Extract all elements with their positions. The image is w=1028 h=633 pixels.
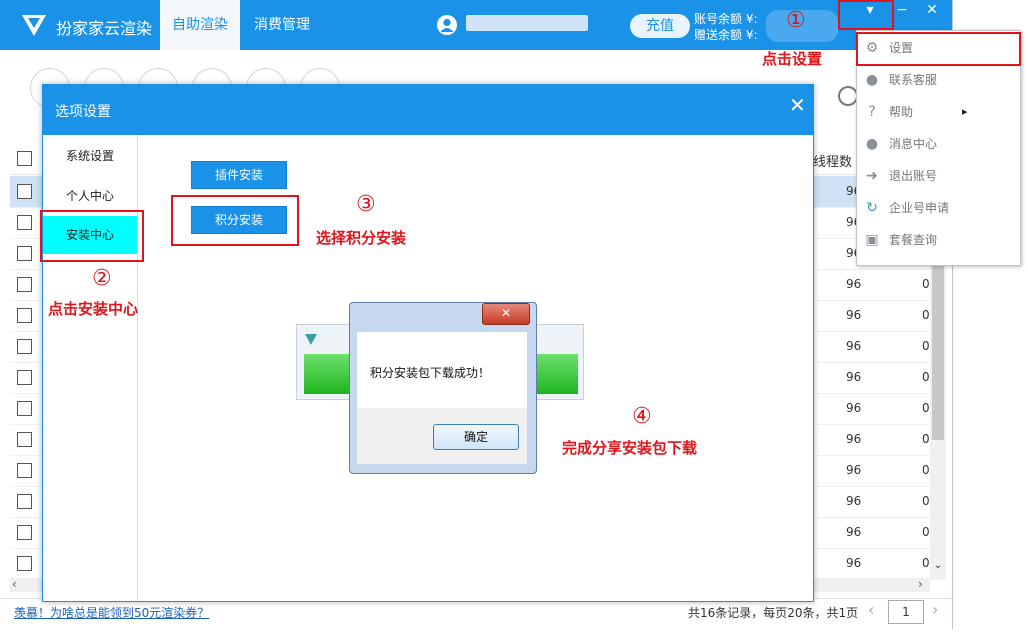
row-checkbox[interactable] bbox=[17, 432, 32, 447]
menu-item-label: 消息中心 bbox=[889, 137, 938, 151]
trailing-cell: 0 bbox=[922, 308, 930, 322]
submenu-arrow-icon: ▸ bbox=[962, 105, 968, 118]
page-number-input[interactable]: 1 bbox=[888, 600, 924, 624]
row-checkbox[interactable] bbox=[17, 525, 32, 540]
annotation-step-3: ③ bbox=[356, 192, 376, 217]
annotation-text-2: 点击安装中心 bbox=[48, 300, 139, 318]
question-icon: ? bbox=[868, 104, 876, 120]
trailing-cell: 0 bbox=[922, 370, 930, 384]
trailing-cell: 0 bbox=[922, 556, 930, 570]
annotation-highlight-menu-button bbox=[838, 0, 894, 30]
menu-item-label: 退出账号 bbox=[889, 169, 938, 183]
select-all-checkbox[interactable] bbox=[17, 151, 32, 166]
row-checkbox[interactable] bbox=[17, 463, 32, 478]
recharge-button[interactable]: 充值 bbox=[630, 14, 690, 38]
search-icon[interactable] bbox=[838, 86, 858, 106]
box-icon: ▣ bbox=[865, 232, 879, 248]
row-checkbox[interactable] bbox=[17, 308, 32, 323]
annotation-highlight-settings bbox=[856, 32, 1021, 66]
avatar[interactable] bbox=[437, 15, 457, 35]
thread-count-cell: 96 bbox=[846, 370, 862, 384]
annotation-highlight-install-center bbox=[40, 210, 144, 262]
thread-count-cell: 96 bbox=[846, 494, 862, 508]
prev-page-icon[interactable]: ‹ bbox=[868, 600, 874, 619]
dialog-close-button[interactable]: ✕ bbox=[789, 93, 806, 117]
thread-count-cell: 96 bbox=[846, 277, 862, 291]
message-text: 积分安装包下载成功！ bbox=[370, 366, 491, 380]
dialog-header bbox=[43, 85, 813, 135]
trailing-cell: 0 bbox=[922, 277, 930, 291]
annotation-highlight-points-install bbox=[171, 195, 299, 246]
bell-icon: ● bbox=[865, 136, 879, 152]
thread-count-cell: 96 bbox=[846, 308, 862, 322]
trailing-cell: 0 bbox=[922, 401, 930, 415]
menu-item-label: 套餐查询 bbox=[889, 233, 938, 247]
annotation-step-2: ② bbox=[92, 266, 112, 291]
bell-icon: ● bbox=[865, 72, 879, 88]
message-close-button[interactable]: ✕ bbox=[482, 303, 530, 325]
trailing-cell: 0 bbox=[922, 432, 930, 446]
plugin-install-button[interactable]: 插件安装 bbox=[191, 161, 287, 189]
row-checkbox[interactable] bbox=[17, 184, 32, 199]
record-summary: 共16条记录，每页20条，共1页 bbox=[688, 606, 859, 620]
promo-link[interactable]: 羡慕！为啥总是能领到50元渲染券？ bbox=[14, 604, 209, 621]
trailing-cell: 0 bbox=[922, 525, 930, 539]
row-checkbox[interactable] bbox=[17, 370, 32, 385]
username-redacted bbox=[466, 15, 588, 31]
logout-icon: ➜ bbox=[866, 168, 878, 184]
menu-item-2[interactable]: ? 帮助 bbox=[862, 96, 1012, 128]
account-balance-label: 账号余额 ¥: bbox=[694, 12, 758, 26]
refresh-icon: ↻ bbox=[866, 200, 878, 216]
row-checkbox[interactable] bbox=[17, 339, 32, 354]
row-checkbox[interactable] bbox=[17, 246, 32, 261]
annotation-step-1: ① bbox=[786, 8, 806, 33]
row-checkbox[interactable] bbox=[17, 494, 32, 509]
annotation-text-3: 选择积分安装 bbox=[316, 229, 407, 247]
logo-icon bbox=[305, 334, 317, 345]
scroll-right-icon[interactable]: › bbox=[918, 577, 923, 591]
ok-button[interactable]: 确定 bbox=[433, 424, 519, 450]
tab-self-render[interactable]: 自助渲染 bbox=[160, 0, 240, 50]
app-title: 扮家家云渲染 bbox=[56, 19, 153, 38]
row-checkbox[interactable] bbox=[17, 215, 32, 230]
trailing-cell: 0 bbox=[922, 463, 930, 477]
row-checkbox[interactable] bbox=[17, 277, 32, 292]
annotation-step-4: ④ bbox=[632, 404, 652, 429]
user-icon bbox=[440, 18, 454, 32]
next-page-icon[interactable]: › bbox=[932, 600, 938, 619]
trailing-cell: 0 bbox=[922, 339, 930, 353]
menu-item-5[interactable]: ↻ 企业号申请 bbox=[862, 192, 1012, 224]
tab-billing[interactable]: 消费管理 bbox=[244, 0, 320, 50]
thread-count-cell: 96 bbox=[846, 401, 862, 415]
close-window-button[interactable]: ✕ bbox=[918, 0, 946, 22]
menu-item-label: 帮助 bbox=[889, 105, 914, 119]
menu-item-label: 联系客服 bbox=[889, 73, 938, 87]
dialog-title: 选项设置 bbox=[55, 104, 111, 120]
trailing-cell: 0 bbox=[922, 494, 930, 508]
thread-count-cell: 96 bbox=[846, 432, 862, 446]
logo-icon bbox=[22, 15, 46, 36]
menu-item-6[interactable]: ▣ 套餐查询 bbox=[862, 224, 1012, 256]
menu-item-4[interactable]: ➜ 退出账号 bbox=[862, 160, 1012, 192]
thread-count-header: 线程数 bbox=[813, 155, 853, 170]
thread-count-cell: 96 bbox=[846, 339, 862, 353]
thread-count-cell: 96 bbox=[846, 463, 862, 477]
row-checkbox[interactable] bbox=[17, 556, 32, 571]
gift-balance-label: 赠送余额 ¥: bbox=[694, 28, 758, 42]
annotation-text-4: 完成分享安装包下载 bbox=[562, 439, 698, 457]
menu-item-label: 企业号申请 bbox=[889, 201, 950, 215]
scroll-down-icon[interactable]: ⌄ bbox=[930, 560, 946, 576]
sidebar-item-system-settings[interactable]: 系统设置 bbox=[43, 137, 137, 175]
menu-item-3[interactable]: ● 消息中心 bbox=[862, 128, 1012, 160]
thread-count-cell: 96 bbox=[846, 525, 862, 539]
scroll-left-icon[interactable]: ‹ bbox=[12, 577, 17, 591]
thread-count-cell: 96 bbox=[846, 556, 862, 570]
menu-item-1[interactable]: ● 联系客服 bbox=[862, 64, 1012, 96]
annotation-text-1: 点击设置 bbox=[762, 50, 823, 68]
row-checkbox[interactable] bbox=[17, 401, 32, 416]
